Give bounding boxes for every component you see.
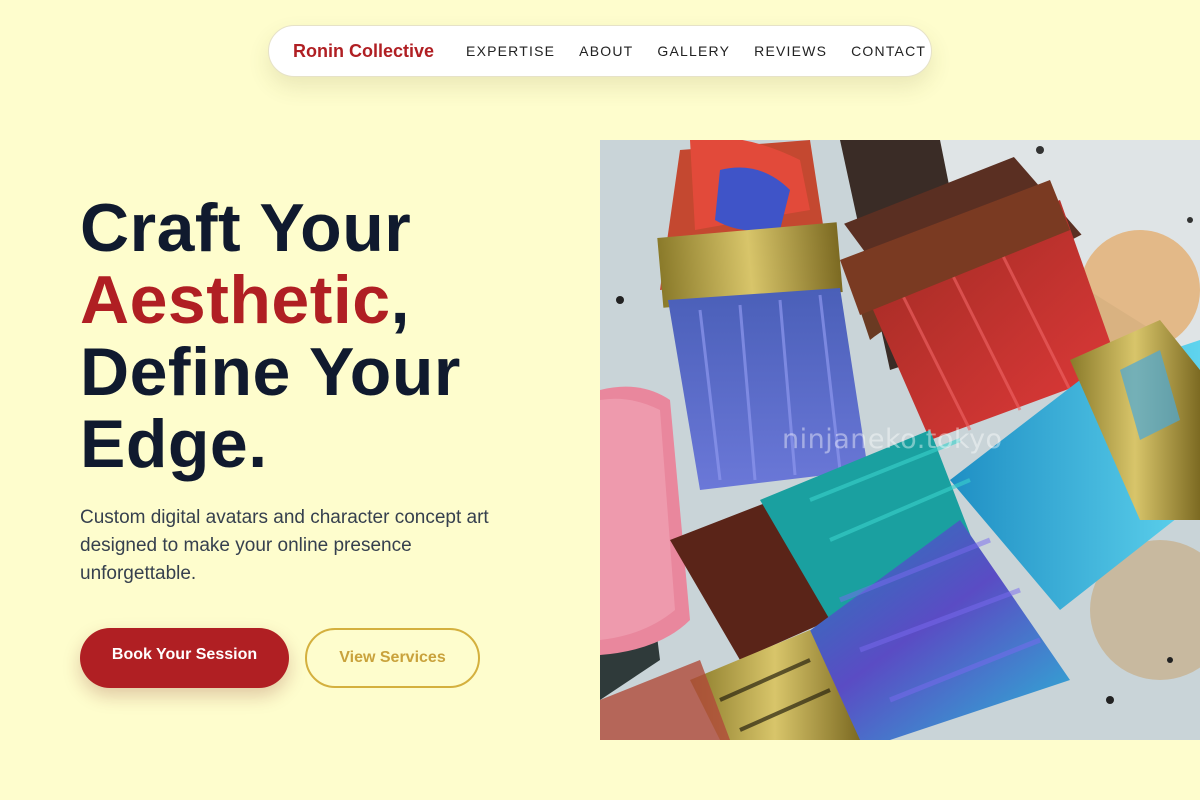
headline-line-3: Define Your: [80, 334, 461, 410]
headline-line-1: Craft Your: [80, 190, 412, 266]
view-services-button[interactable]: View Services: [305, 628, 480, 688]
nav-link-about[interactable]: ABOUT: [579, 43, 633, 59]
hero-headline: Craft Your Aesthetic, Define Your Edge.: [80, 192, 580, 480]
nav-link-reviews[interactable]: REVIEWS: [754, 43, 827, 59]
nav-links: EXPERTISE ABOUT GALLERY REVIEWS CONTACT: [466, 43, 926, 59]
headline-line-2: Aesthetic,: [80, 264, 580, 336]
headline-line-4: Edge.: [80, 406, 268, 482]
hero-subtitle: Custom digital avatars and character con…: [80, 507, 489, 584]
hero-image: [600, 140, 1200, 740]
top-navigation: Ronin Collective EXPERTISE ABOUT GALLERY…: [268, 25, 932, 77]
nav-link-contact[interactable]: CONTACT: [851, 43, 926, 59]
nav-link-gallery[interactable]: GALLERY: [657, 43, 730, 59]
landing-page: Ronin Collective EXPERTISE ABOUT GALLERY…: [0, 0, 1200, 800]
paint-brushes-illustration: [600, 140, 1200, 740]
headline-comma: ,: [390, 262, 411, 338]
brand-logo[interactable]: Ronin Collective: [293, 41, 434, 62]
book-session-label: Book Your Session: [111, 646, 258, 663]
book-session-button[interactable]: Book Your Session: [80, 628, 289, 688]
headline-accent-word: Aesthetic: [80, 262, 391, 338]
nav-link-expertise[interactable]: EXPERTISE: [466, 43, 555, 59]
